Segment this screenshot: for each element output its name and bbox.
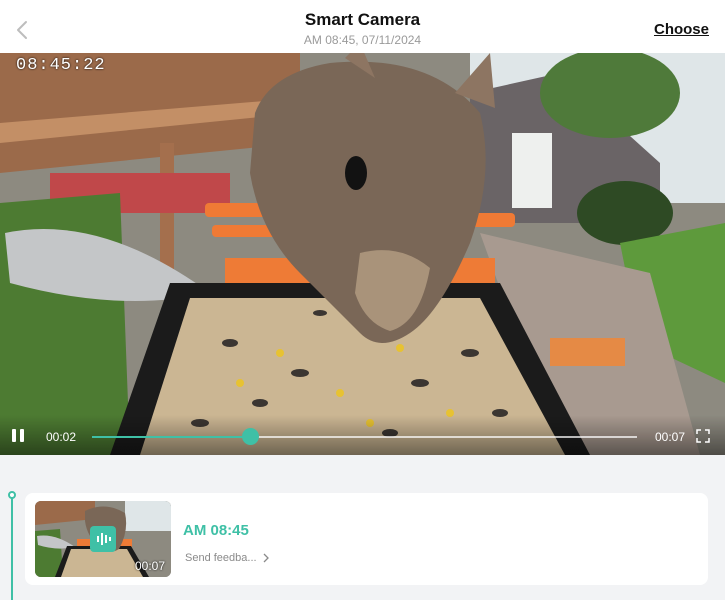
camera-timestamp: 08:45:22 xyxy=(16,56,106,75)
timeline-line xyxy=(11,496,13,600)
page-subtitle: AM 08:45, 07/11/2024 xyxy=(303,33,422,47)
choose-button[interactable]: Choose xyxy=(654,21,709,38)
fullscreen-button[interactable] xyxy=(695,428,711,444)
event-thumbnail[interactable]: 00:07 xyxy=(35,501,171,577)
duration: 00:07 xyxy=(654,430,685,444)
seek-track[interactable] xyxy=(92,436,637,438)
video-player[interactable]: 08:45:22 00:02 00:07 xyxy=(0,53,725,455)
video-frame xyxy=(0,53,725,455)
pause-button[interactable] xyxy=(12,429,26,443)
send-feedback-link[interactable]: Send feedba... xyxy=(185,552,270,564)
send-feedback-label: Send feedba... xyxy=(185,552,257,564)
playback-controls: 00:02 00:07 xyxy=(0,415,725,455)
event-time: AM 08:45 xyxy=(183,522,249,539)
chevron-right-icon xyxy=(263,553,269,563)
event-card[interactable]: 00:07 AM 08:45 Send feedba... xyxy=(25,493,708,585)
seek-knob[interactable] xyxy=(242,428,260,445)
fullscreen-icon xyxy=(696,429,710,443)
page-title: Smart Camera xyxy=(304,10,421,29)
header: Smart Camera AM 08:45, 07/11/2024 Choose xyxy=(0,0,725,53)
current-time: 00:02 xyxy=(46,430,77,444)
timeline-dot xyxy=(8,491,16,499)
title-block: Smart Camera AM 08:45, 07/11/2024 xyxy=(0,10,725,47)
seek-progress xyxy=(92,436,251,438)
sound-wave-icon xyxy=(90,526,116,552)
thumbnail-duration: 00:07 xyxy=(134,559,165,573)
